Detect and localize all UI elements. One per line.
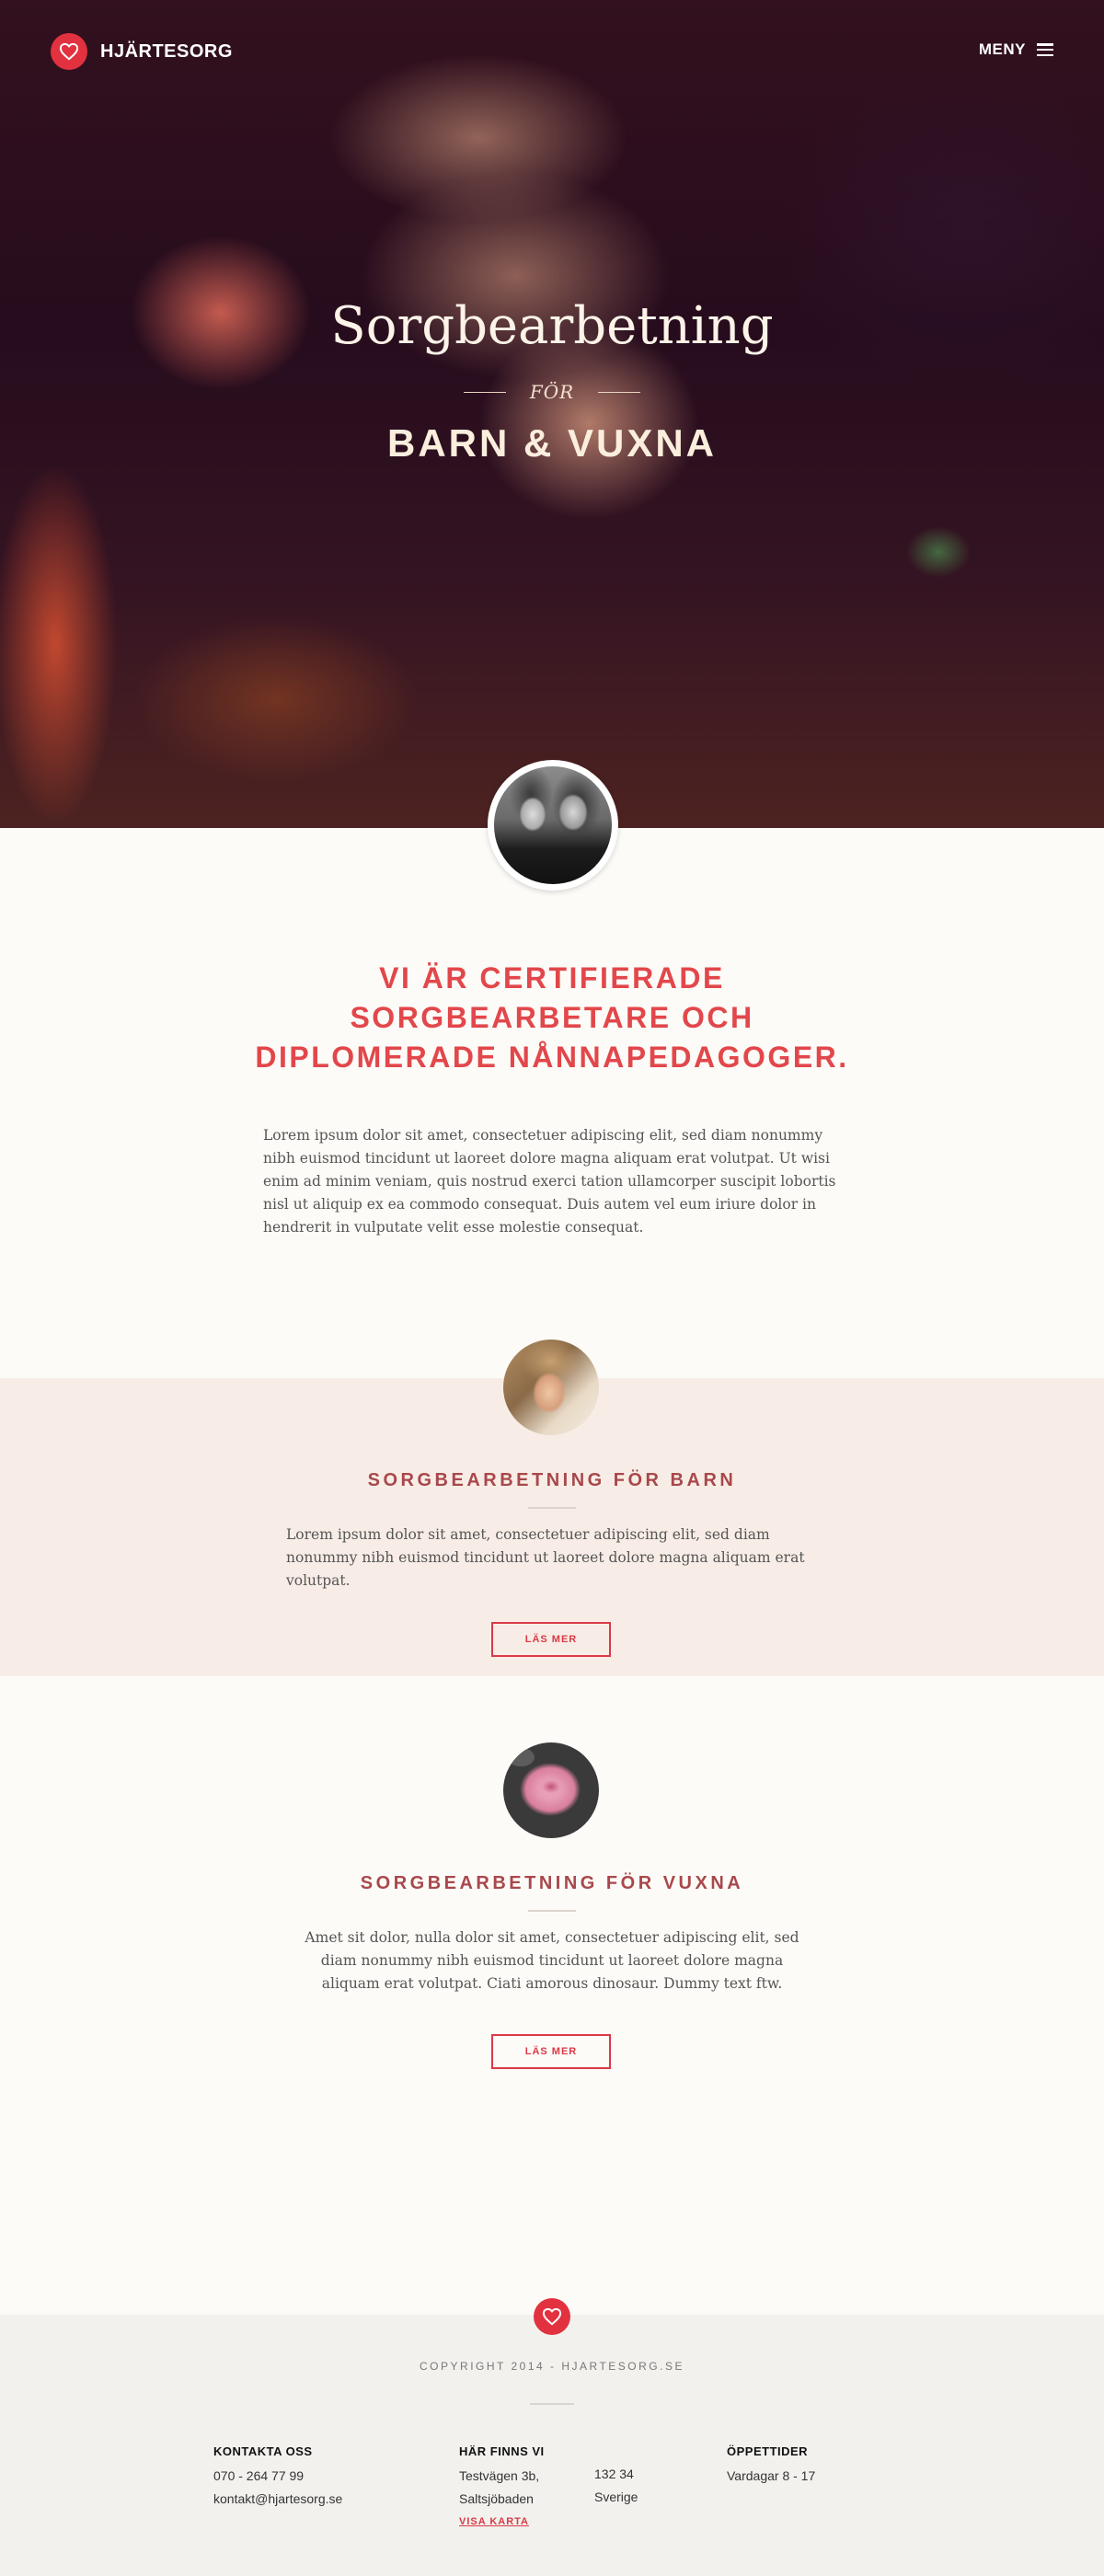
brand-name: HJÄRTESORG [100, 40, 233, 62]
footer-location: HÄR FINNS VI Testvägen 3b, Saltsjöbaden … [459, 2440, 545, 2534]
location-city: Saltsjöbaden [459, 2491, 534, 2506]
hero-for-row: FÖR [0, 381, 1104, 403]
location-country: Sverige [594, 2490, 638, 2504]
footer-location-zip: 132 34 Sverige [594, 2463, 638, 2509]
divider-left [463, 391, 506, 393]
founders-avatar [488, 760, 618, 891]
show-map-link[interactable]: VISA KARTA [459, 2511, 545, 2534]
footer-contact: KONTAKTA OSS 070 - 264 77 99 kontakt@hja… [213, 2440, 342, 2511]
menu-button[interactable]: MENY [979, 40, 1053, 59]
hero-overlay [0, 0, 1104, 828]
footer-divider [530, 2403, 574, 2405]
heart-icon [51, 33, 87, 70]
location-zip: 132 34 [594, 2467, 634, 2481]
section-children-text: Lorem ipsum dolor sit amet, consectetuer… [286, 1526, 805, 1589]
intro-text: Lorem ipsum dolor sit amet, consectetuer… [263, 1127, 836, 1236]
copyright-text: COPYRIGHT 2014 - HJARTESORG.SE [420, 2360, 684, 2373]
section-children-divider [528, 1507, 576, 1509]
hamburger-icon [1037, 43, 1053, 56]
hero-for-word: FÖR [529, 381, 575, 403]
child-photo [503, 1340, 599, 1435]
footer [0, 2315, 1104, 2576]
contact-email[interactable]: kontakt@hjartesorg.se [213, 2488, 342, 2511]
section-adults-divider [528, 1910, 576, 1912]
menu-label: MENY [978, 40, 1026, 58]
footer-hours: ÖPPETTIDER Vardagar 8 - 17 [727, 2440, 815, 2488]
hero-banner: HJÄRTESORG MENY Sorgbearbetning FÖR BARN… [0, 0, 1104, 828]
divider-right [598, 391, 641, 393]
hours-heading: ÖPPETTIDER [727, 2444, 809, 2458]
location-street: Testvägen 3b, [459, 2468, 540, 2483]
section-children-title: SORGBEARBETNING FÖR BARN [367, 1470, 737, 1490]
intro-heading: VI ÄR CERTIFIERADE SORGBEARBETARE OCH DI… [255, 961, 849, 1074]
section-adults-text: Amet sit dolor, nulla dolor sit amet, co… [305, 1929, 799, 1992]
section-adults-title: SORGBEARBETNING FÖR VUXNA [360, 1873, 744, 1893]
hours-text: Vardagar 8 - 17 [727, 2468, 816, 2483]
contact-phone[interactable]: 070 - 264 77 99 [213, 2465, 342, 2488]
read-more-children-button[interactable]: LÄS MER [491, 1622, 611, 1657]
hero-subtitle: BARN & VUXNA [386, 421, 717, 465]
contact-heading: KONTAKTA OSS [213, 2444, 313, 2458]
read-more-adults-button[interactable]: LÄS MER [491, 2034, 611, 2069]
location-heading: HÄR FINNS VI [459, 2444, 545, 2458]
rose-photo [503, 1742, 599, 1838]
heart-icon [534, 2298, 570, 2335]
hero-title: Sorgbearbetning [330, 296, 774, 356]
site-logo[interactable]: HJÄRTESORG [51, 33, 233, 70]
